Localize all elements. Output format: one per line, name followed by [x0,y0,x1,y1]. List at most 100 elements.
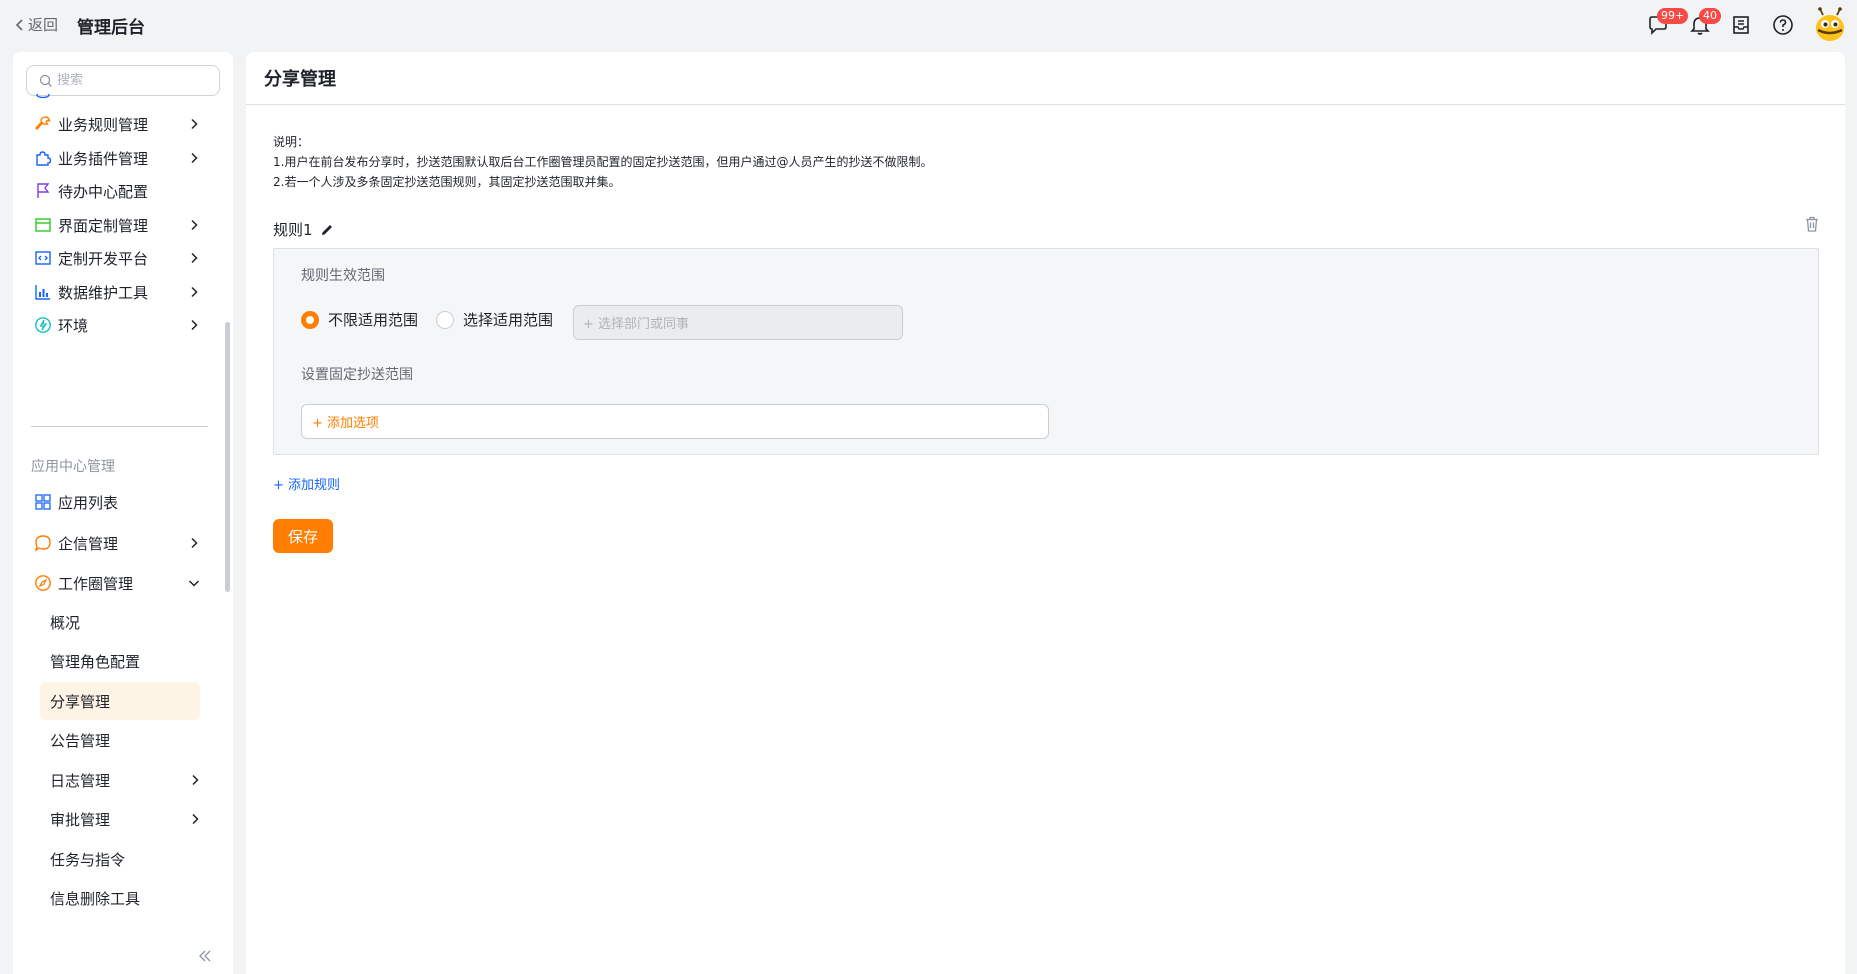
sub-item-label: 信息删除工具 [50,889,141,908]
sub-item-label: 概况 [50,613,81,632]
scope-label: 规则生效范围 [301,268,385,284]
sidebar-item-label: 工作圈管理 [58,574,134,593]
inbox-icon [1733,16,1749,34]
chevron-right-icon [191,118,198,130]
rule-box: 规则生效范围 不限适用范围 选择适用范围 + 选择部门或同事 设置固定抄送范围 … [273,248,1819,455]
chevron-right-icon [191,152,198,164]
sub-item-label: 审批管理 [50,810,111,829]
radio-unlimited-scope[interactable]: 不限适用范围 [301,309,418,330]
chevron-right-icon [191,319,198,331]
messages-badge: 99+ [1657,8,1689,24]
collapse-sidebar-icon[interactable] [197,948,213,964]
sidebar-item-label: 企信管理 [58,534,119,553]
code-icon [34,249,52,267]
help-icon [1773,15,1793,35]
rule-title-text: 规则1 [273,221,313,239]
sub-item-label: 日志管理 [50,771,111,790]
sidebar-item-ui-customization[interactable]: 界面定制管理 [13,208,233,242]
sub-item-announcements[interactable]: 公告管理 [40,721,200,759]
chat-bubble-icon [34,534,52,552]
sidebar-item-environment[interactable]: 环境 [13,308,233,342]
sub-item-overview[interactable]: 概况 [40,603,200,641]
radio-label: 选择适用范围 [463,311,554,329]
chevron-right-icon [191,537,198,549]
help-button[interactable] [1770,12,1796,38]
sidebar-item-label: 业务规则管理 [58,115,149,134]
bee-avatar-icon [1816,7,1844,41]
flag-icon [34,182,52,200]
add-option-input[interactable]: + 添加选项 [301,404,1049,439]
sub-item-approval-management[interactable]: 审批管理 [40,800,200,838]
dept-select-input[interactable]: + 选择部门或同事 [573,305,903,340]
sidebar-item-label: 待办中心配置 [58,182,149,201]
sidebar-item-data-tools[interactable]: 数据维护工具 [13,275,233,309]
sub-item-admin-roles[interactable]: 管理角色配置 [40,642,200,680]
top-bar: 返回 管理后台 99+ 40 [0,0,1857,52]
puzzle-icon [34,149,52,167]
sub-item-label: 管理角色配置 [50,652,141,671]
back-button[interactable]: 返回 [14,14,58,35]
chevron-right-icon [192,774,199,786]
messages-button[interactable]: 99+ [1645,8,1689,38]
description: 说明： 1.用户在前台发布分享时，抄送范围默认取后台工作圈管理员配置的固定抄送范… [273,132,932,192]
chevron-right-icon [192,813,199,825]
grid-icon [34,493,52,511]
chevron-down-icon [188,580,200,587]
sidebar-item-business-plugins[interactable]: 业务插件管理 [13,141,233,175]
edit-icon[interactable] [319,222,335,238]
sidebar-item-app-list[interactable]: 应用列表 [13,485,233,519]
sidebar-item-label: 业务插件管理 [58,149,149,168]
radio-select-scope[interactable]: 选择适用范围 [436,309,553,330]
page-header: 分享管理 [246,52,1845,105]
sidebar-item-label: 环境 [58,316,89,335]
sub-item-label: 任务与指令 [50,850,126,869]
sidebar-scrollbar[interactable] [225,322,230,592]
scroll-fade [13,102,225,116]
sidebar-item-label: 界面定制管理 [58,216,149,235]
search-box[interactable] [26,65,220,96]
sub-item-log-management[interactable]: 日志管理 [40,761,200,799]
sidebar-item-enterprise-messaging[interactable]: 企信管理 [13,526,233,560]
sub-item-tasks-directives[interactable]: 任务与指令 [40,840,200,878]
description-line: 说明： [273,135,310,149]
rule-title: 规则1 [273,219,335,240]
add-rule-link[interactable]: + 添加规则 [273,474,340,493]
chevron-left-icon [15,18,23,31]
sub-item-label: 分享管理 [50,692,111,711]
sidebar: 业务规则管理 业务插件管理 待办中心配置 界面定制管理 [13,52,233,974]
sidebar-divider [31,426,208,427]
sidebar-item-label: 定制开发平台 [58,249,149,268]
sidebar-item-label: 应用列表 [58,493,119,512]
inbox-button[interactable] [1728,12,1754,38]
description-line: 2.若一个人涉及多条固定抄送范围规则，其固定抄送范围取并集。 [273,175,621,189]
fixed-cc-label: 设置固定抄送范围 [301,367,413,383]
search-icon [39,74,52,87]
group-title: 应用中心管理 [31,459,115,475]
description-line: 1.用户在前台发布分享时，抄送范围默认取后台工作圈管理员配置的固定抄送范围，但用… [273,155,933,169]
back-label: 返回 [28,16,59,34]
sidebar-item-dev-platform[interactable]: 定制开发平台 [13,241,233,275]
sidebar-item-todo-center[interactable]: 待办中心配置 [13,174,233,208]
lightning-icon [34,316,52,334]
sidebar-item-label: 数据维护工具 [58,283,149,302]
sub-item-label: 公告管理 [50,731,111,750]
app-title: 管理后台 [77,18,145,38]
sidebar-item-work-circle[interactable]: 工作圈管理 [13,566,233,600]
delete-rule-icon[interactable] [1803,215,1821,233]
page-title: 分享管理 [264,69,336,90]
radio-circle [301,310,319,329]
user-avatar[interactable] [1811,6,1849,44]
compass-icon [34,574,52,592]
wrench-icon [34,115,52,133]
radio-circle [436,310,454,329]
search-input[interactable] [57,73,207,88]
notifications-button[interactable]: 40 [1687,8,1721,38]
save-button[interactable]: 保存 [273,519,333,553]
main-panel: 分享管理 说明： 1.用户在前台发布分享时，抄送范围默认取后台工作圈管理员配置的… [246,52,1845,974]
bar-chart-icon [34,283,52,301]
chevron-right-icon [191,252,198,264]
sub-item-share-management[interactable]: 分享管理 [40,682,200,720]
sub-item-info-deletion[interactable]: 信息删除工具 [40,879,200,917]
notifications-badge: 40 [1699,8,1721,24]
chevron-right-icon [191,286,198,298]
